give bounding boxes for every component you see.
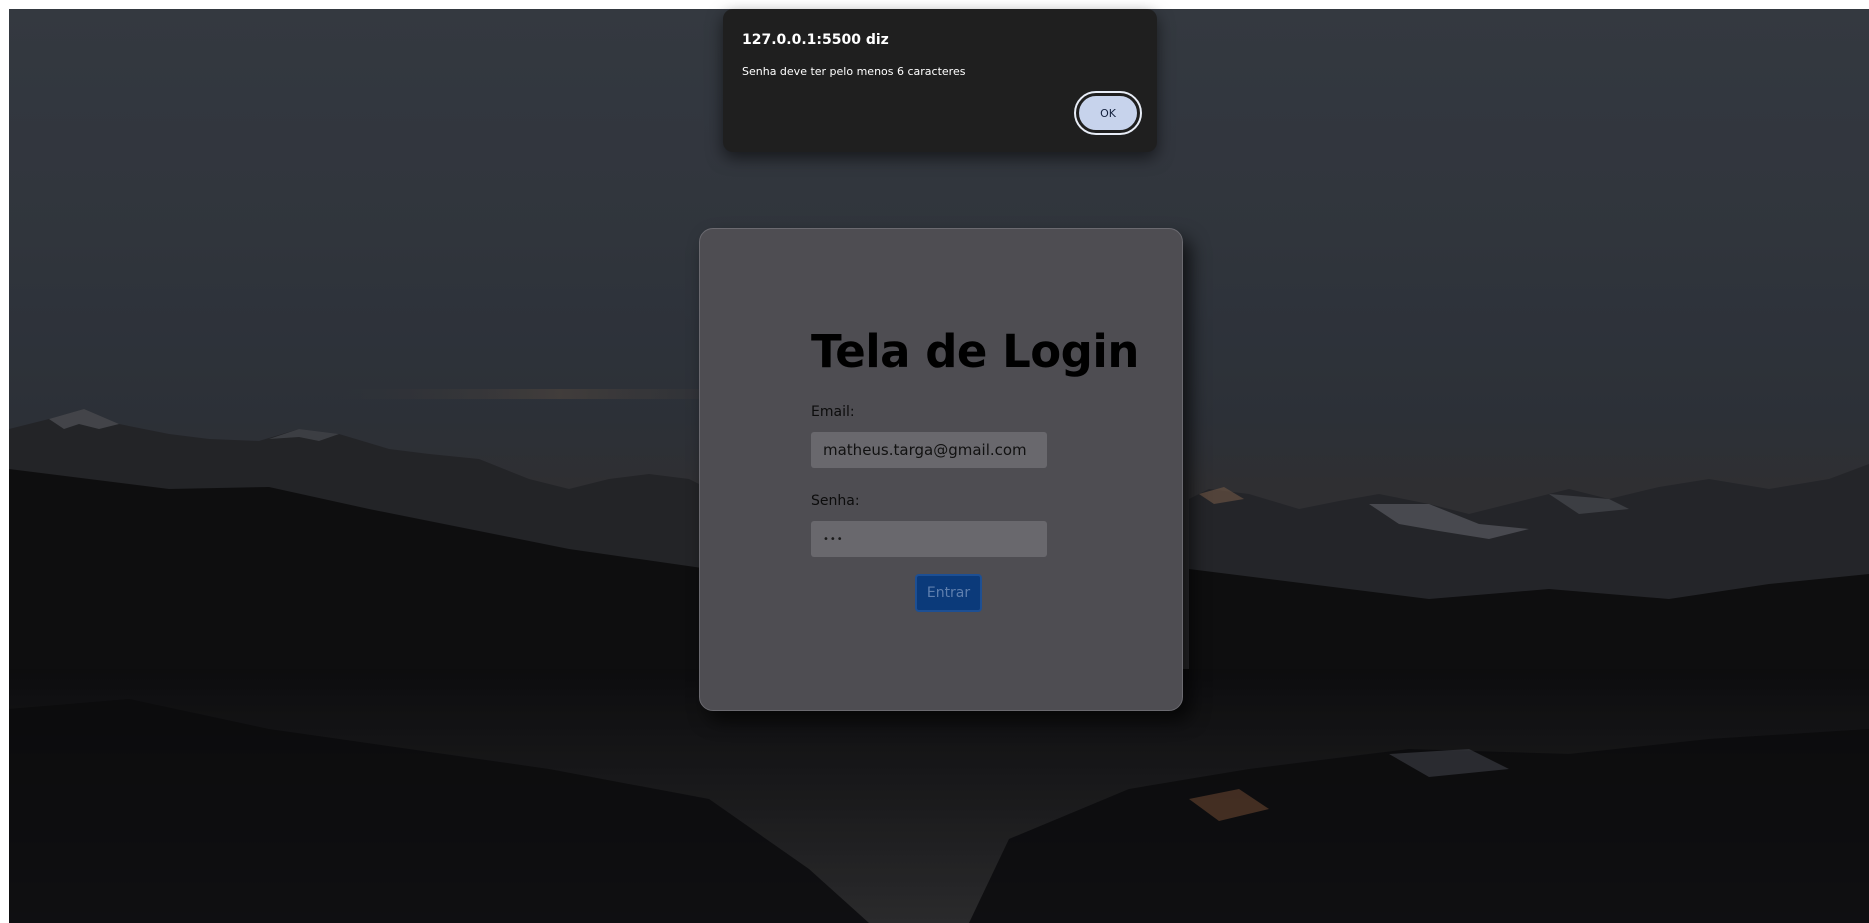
email-label: Email:: [811, 404, 855, 420]
password-mask: •••: [823, 533, 844, 545]
email-field[interactable]: matheus.targa@gmail.com: [811, 432, 1047, 468]
alert-message: Senha deve ter pelo menos 6 caracteres: [742, 65, 966, 78]
alert-dialog: 127.0.0.1:5500 diz Senha deve ter pelo m…: [723, 9, 1157, 152]
password-field[interactable]: •••: [811, 521, 1047, 557]
login-title: Tela de Login: [811, 325, 1139, 378]
login-card: Tela de Login Email: matheus.targa@gmail…: [699, 228, 1183, 711]
password-label: Senha:: [811, 493, 860, 509]
alert-title: 127.0.0.1:5500 diz: [742, 32, 889, 48]
alert-ok-button[interactable]: OK: [1074, 91, 1142, 135]
email-value: matheus.targa@gmail.com: [823, 441, 1027, 459]
login-submit-button[interactable]: Entrar: [915, 574, 982, 612]
